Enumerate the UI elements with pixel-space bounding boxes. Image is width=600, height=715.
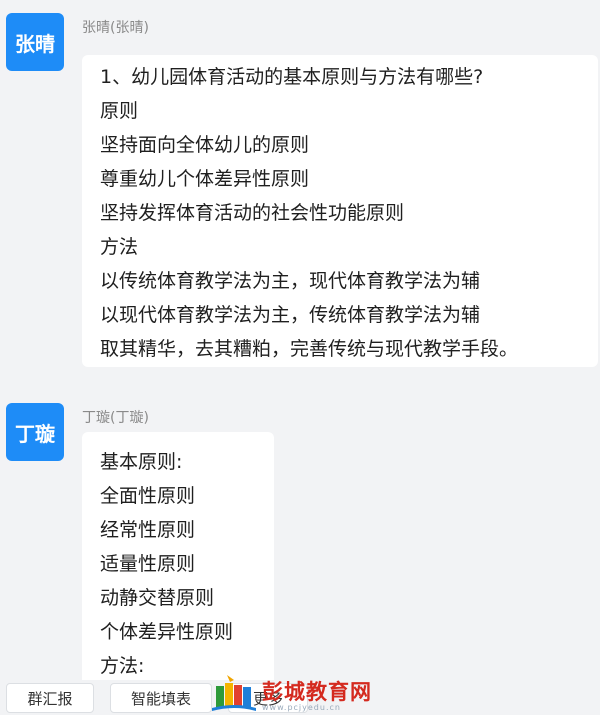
- sender-name: 丁璇(丁璇): [82, 410, 149, 426]
- chat-area: 张晴 张晴(张晴) 1、幼儿园体育活动的基本原则与方法有哪些? 原则 坚持面向全…: [0, 0, 600, 715]
- message-line: 基本原则:: [100, 451, 183, 473]
- avatar[interactable]: 张晴: [6, 13, 64, 71]
- smart-fill-button[interactable]: 智能填表: [110, 683, 212, 713]
- watermark-subtext: www.pcjyedu.cn: [262, 703, 341, 712]
- message-line: 原则: [100, 100, 139, 122]
- message-line: 以现代体育教学法为主，传统体育教学法为辅: [100, 304, 481, 326]
- watermark-text: 彭城教育网: [262, 680, 372, 704]
- message-line: 个体差异性原则: [100, 621, 234, 643]
- message-bubble: 1、幼儿园体育活动的基本原则与方法有哪些? 原则 坚持面向全体幼儿的原则 尊重幼…: [82, 55, 598, 367]
- message-line: 坚持面向全体幼儿的原则: [100, 134, 310, 156]
- sender-name: 张晴(张晴): [82, 20, 149, 36]
- message-line: 经常性原则: [100, 519, 196, 541]
- message-line: 1、幼儿园体育活动的基本原则与方法有哪些?: [100, 66, 484, 88]
- avatar[interactable]: 丁璇: [6, 403, 64, 461]
- message-line: 尊重幼儿个体差异性原则: [100, 168, 310, 190]
- message-line: 适量性原则: [100, 553, 196, 575]
- avatar-text: 张晴: [15, 31, 55, 56]
- message-line: 取其精华，去其糟粕，完善传统与现代教学手段。: [100, 338, 519, 360]
- avatar-text: 丁璇: [15, 421, 55, 446]
- watermark: 彭城教育网 www.pcjyedu.cn: [210, 672, 400, 715]
- message-line: 动静交替原则: [100, 587, 215, 609]
- message-bubble: 基本原则: 全面性原则 经常性原则 适量性原则 动静交替原则 个体差异性原则 方…: [82, 432, 274, 692]
- message-line: 方法: [100, 236, 139, 258]
- message-line: 坚持发挥体育活动的社会性功能原则: [100, 202, 405, 224]
- message-line: 全面性原则: [100, 485, 196, 507]
- group-report-button[interactable]: 群汇报: [6, 683, 94, 713]
- watermark-books-icon: [212, 675, 256, 711]
- message-line: 以传统体育教学法为主，现代体育教学法为辅: [100, 270, 481, 292]
